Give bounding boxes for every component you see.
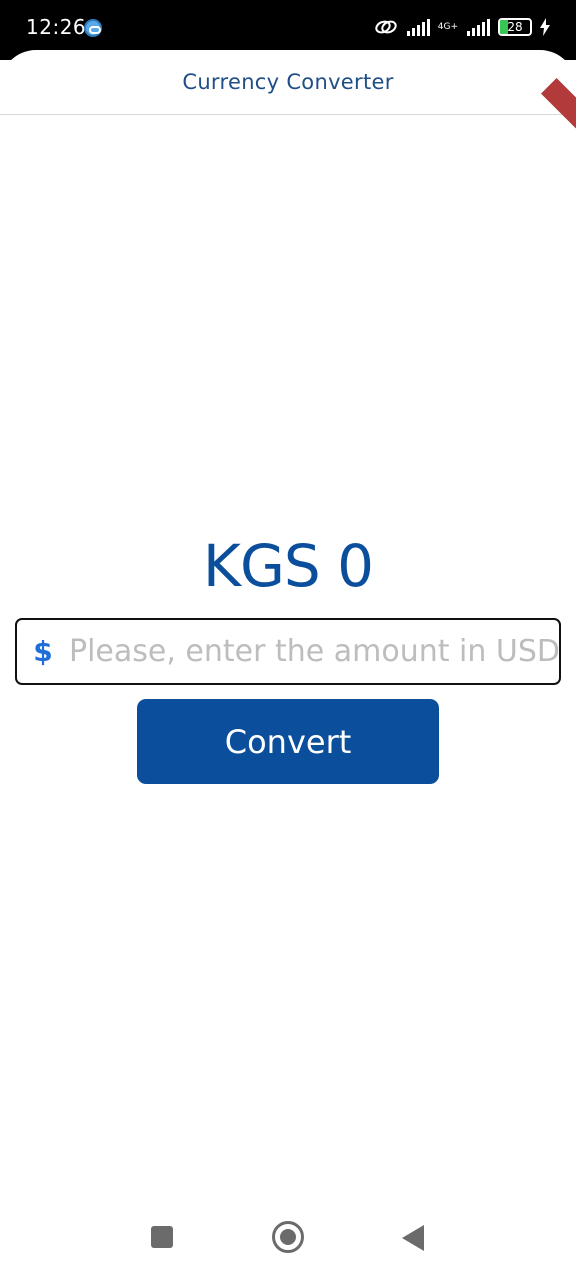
charging-bolt-icon: [540, 18, 550, 36]
signal-icon: [406, 19, 430, 36]
sync-icon: [84, 19, 102, 37]
signal-icon: [467, 19, 490, 36]
status-icons: 4G+ 28: [374, 18, 550, 36]
amount-input[interactable]: [61, 620, 559, 683]
back-icon[interactable]: [402, 1225, 424, 1251]
link-icon: [375, 20, 397, 34]
page-title: Currency Converter: [182, 70, 394, 94]
conversion-result: KGS 0: [202, 532, 374, 600]
battery-level: 28: [507, 20, 523, 34]
battery-icon: 28: [498, 18, 532, 36]
convert-button[interactable]: Convert: [137, 699, 439, 784]
dollar-icon: $: [33, 635, 53, 668]
status-time: 12:26: [26, 15, 87, 39]
screen: 12:26 4G+ 28 Currency Converter KGS 0 $ …: [0, 0, 576, 1280]
home-icon[interactable]: [272, 1221, 304, 1253]
amount-field[interactable]: $: [15, 618, 561, 685]
app-bar: Currency Converter: [0, 50, 576, 136]
system-nav-bar: [0, 1200, 576, 1280]
network-type-label: 4G+: [437, 21, 458, 32]
recents-icon[interactable]: [151, 1226, 173, 1248]
